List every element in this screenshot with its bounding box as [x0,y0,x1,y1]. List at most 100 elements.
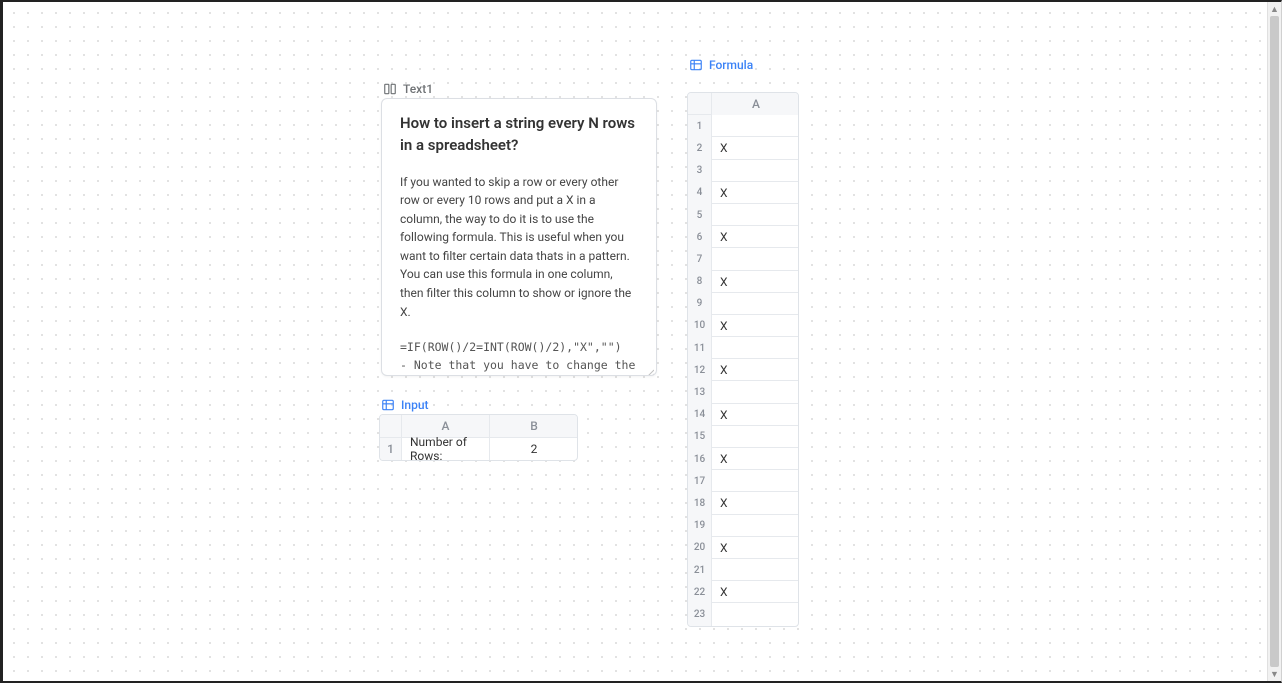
row-number[interactable]: 3 [688,160,712,182]
text-panel-header[interactable]: Text1 [383,82,433,96]
cell-a23[interactable] [712,603,799,625]
row-number[interactable]: 13 [688,381,712,403]
input-table[interactable]: A B 1 Number of Rows: 2 [379,414,578,461]
table-header-row: A [688,93,798,115]
table-icon [689,58,703,72]
cell-a17[interactable] [712,470,799,492]
cell-a13[interactable] [712,381,799,403]
formula-panel-header[interactable]: Formula [689,58,753,72]
row-number[interactable]: 4 [688,182,712,204]
table-row: 7 [688,248,798,270]
row-number[interactable]: 21 [688,559,712,581]
row-number[interactable]: 1 [380,438,402,460]
cell-a1[interactable] [712,115,799,137]
table-row: 8X [688,271,798,293]
row-number[interactable]: 10 [688,315,712,337]
text-block-icon [383,82,397,96]
table-row: 17 [688,470,798,492]
cell-a6[interactable]: X [712,226,799,248]
row-number[interactable]: 16 [688,448,712,470]
cell-a21[interactable] [712,559,799,581]
cell-a11[interactable] [712,337,799,359]
cell-a19[interactable] [712,515,799,537]
row-number[interactable]: 9 [688,293,712,315]
table-row: 11 [688,337,798,359]
table-row: 6X [688,226,798,248]
row-number[interactable]: 17 [688,470,712,492]
cell-a4[interactable]: X [712,182,799,204]
table-row: 5 [688,204,798,226]
table-corner [380,415,402,437]
text-card-heading: How to insert a string every N rows in a… [400,113,638,157]
table-corner [688,93,712,114]
cell-a18[interactable]: X [712,492,799,514]
cell-a7[interactable] [712,248,799,270]
cell-b1[interactable]: 2 [490,438,578,460]
row-number[interactable]: 18 [688,492,712,514]
row-number[interactable]: 8 [688,271,712,293]
resize-handle-icon[interactable] [644,363,654,373]
cell-a5[interactable] [712,204,799,226]
table-row: 10X [688,315,798,337]
scroll-down-arrow-icon[interactable]: ▼ [1268,667,1281,681]
table-row: 9 [688,293,798,315]
cell-a2[interactable]: X [712,137,799,159]
formula-table[interactable]: A 12X34X56X78X910X1112X1314X1516X1718X19… [687,92,799,627]
canvas-background[interactable]: Text1 How to insert a string every N row… [3,2,1281,681]
table-row: 1 [688,115,798,137]
formula-panel-title: Formula [709,58,753,72]
cell-a14[interactable]: X [712,404,799,426]
row-number[interactable]: 2 [688,137,712,159]
cell-a15[interactable] [712,426,799,448]
row-number[interactable]: 1 [688,115,712,137]
row-number[interactable]: 19 [688,515,712,537]
row-number[interactable]: 6 [688,226,712,248]
row-number[interactable]: 7 [688,248,712,270]
app-viewport: Text1 How to insert a string every N row… [0,0,1282,683]
scrollbar-thumb[interactable] [1270,16,1279,667]
cell-a22[interactable]: X [712,581,799,603]
table-row: 18X [688,492,798,514]
row-number[interactable]: 11 [688,337,712,359]
table-row: 22X [688,581,798,603]
cell-a8[interactable]: X [712,271,799,293]
cell-a1[interactable]: Number of Rows: [402,438,490,460]
table-row: 4X [688,182,798,204]
cell-a3[interactable] [712,160,799,182]
text-card[interactable]: How to insert a string every N rows in a… [381,98,657,376]
row-number[interactable]: 12 [688,359,712,381]
cell-a20[interactable]: X [712,537,799,559]
column-header-b[interactable]: B [490,415,578,437]
text-card-body: If you wanted to skip a row or every oth… [400,173,638,322]
text-panel-title: Text1 [403,82,433,96]
cell-a10[interactable]: X [712,315,799,337]
table-row: 19 [688,515,798,537]
table-icon [381,398,395,412]
row-number[interactable]: 23 [688,603,712,625]
table-row: 1 Number of Rows: 2 [380,438,577,460]
scroll-up-arrow-icon[interactable]: ▲ [1268,2,1281,16]
table-row: 14X [688,404,798,426]
table-row: 20X [688,537,798,559]
vertical-scrollbar[interactable]: ▲ ▼ [1267,2,1281,681]
table-row: 16X [688,448,798,470]
input-panel-header[interactable]: Input [381,398,429,412]
table-row: 2X [688,137,798,159]
input-panel-title: Input [401,398,429,412]
table-row: 13 [688,381,798,403]
row-number[interactable]: 22 [688,581,712,603]
table-row: 12X [688,359,798,381]
cell-a9[interactable] [712,293,799,315]
table-row: 21 [688,559,798,581]
row-number[interactable]: 5 [688,204,712,226]
table-row: 23 [688,603,798,625]
text-card-code: =IF(ROW()/2=INT(ROW()/2),"X","") - Note … [400,339,638,376]
scrollbar-track[interactable] [1268,16,1281,667]
row-number[interactable]: 20 [688,537,712,559]
row-number[interactable]: 14 [688,404,712,426]
cell-a16[interactable]: X [712,448,799,470]
column-header-a[interactable]: A [402,415,490,437]
cell-a12[interactable]: X [712,359,799,381]
row-number[interactable]: 15 [688,426,712,448]
column-header-a[interactable]: A [712,93,799,115]
